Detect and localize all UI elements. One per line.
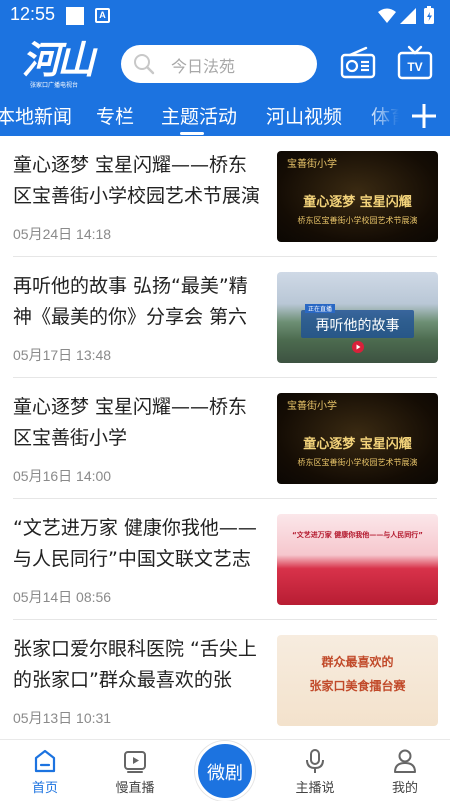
signal-icon [400, 8, 416, 24]
news-title: 张家口爱尔眼科医院 “舌尖上的张家口”群众最喜欢的张家… [13, 638, 257, 691]
news-title: 再听他的故事 弘扬“最美”精神《最美的你》分享会 第六站… [13, 275, 248, 328]
thumb-header: 宝善街小学 [287, 159, 337, 170]
news-title: 童心逐梦 宝星闪耀——桥东区宝善街小学 [13, 396, 248, 449]
list-item[interactable]: 再听他的故事 弘扬“最美”精神《最美的你》分享会 第六站… 05月17日 13:… [0, 257, 450, 378]
play-icon [352, 341, 364, 353]
thumb-subtitle: 桥东区宝善街小学校园艺术节展演 [297, 458, 418, 467]
thumb-title: 童心逐梦 宝星闪耀 [303, 195, 412, 210]
status-time: 12:55 [10, 4, 56, 24]
list-item[interactable]: “文艺进万家 健康你我他——与人民同行”中国文联文艺志愿… 05月14日 08:… [0, 499, 450, 620]
thumb-header: 宝善街小学 [287, 401, 337, 412]
nav-slow-live[interactable]: 慢直播 [100, 740, 170, 801]
thumb-title: 再听他的故事 [315, 318, 400, 334]
video-play-icon [124, 751, 146, 773]
status-icons [378, 6, 434, 24]
category-tabs: 本地新闻 专栏 主题活动 河山视频 体育 [0, 96, 450, 136]
thumb-banner: 再听他的故事 [301, 310, 414, 338]
nav-label: 我的 [391, 781, 418, 796]
user-icon [394, 749, 416, 773]
search-placeholder: 今日法苑 [171, 57, 236, 76]
nav-center-label: 微剧 [207, 763, 243, 784]
news-date: 05月17日 13:48 [13, 347, 112, 363]
list-item[interactable]: 张家口爱尔眼科医院 “舌尖上的张家口”群众最喜欢的张家… 05月13日 10:3… [0, 620, 450, 739]
active-tab-indicator [180, 132, 204, 135]
app-logo: 河山 张家口广播电视台 [18, 38, 100, 90]
news-thumbnail: 再听他的故事 正在直播 [277, 272, 438, 363]
thumb-title: “文艺进万家 健康你我他——与人民同行” [292, 531, 423, 539]
nav-home[interactable]: 首页 [10, 740, 80, 801]
nav-mine[interactable]: 我的 [370, 740, 440, 801]
add-channel-button[interactable] [399, 96, 450, 136]
news-date: 05月14日 08:56 [13, 589, 112, 605]
nav-anchor[interactable]: 主播说 [280, 740, 350, 801]
notification-square-icon [66, 7, 84, 25]
news-thumbnail: 宝善街小学 童心逐梦 宝星闪耀 桥东区宝善街小学校园艺术节展演 [277, 393, 438, 484]
thumb-subtitle: 张家口美食擂台赛 [309, 679, 406, 693]
svg-text:TV: TV [407, 60, 422, 74]
news-title: 童心逐梦 宝星闪耀——桥东区宝善街小学校园艺术节展演 [13, 154, 261, 207]
microphone-icon [306, 749, 324, 773]
tv-icon[interactable]: TV [395, 44, 435, 84]
thumb-tag: 正在直播 [305, 304, 336, 313]
news-thumbnail: 群众最喜欢的 张家口美食擂台赛 [277, 635, 438, 726]
bottom-nav: 首页 慢直播 微剧 主播说 我的 [0, 739, 450, 801]
thumb-subtitle: 桥东区宝善街小学校园艺术节展演 [297, 216, 418, 225]
wifi-icon [378, 8, 396, 23]
status-bar: 12:55 A [0, 0, 450, 32]
nav-label: 慢直播 [115, 781, 155, 796]
news-title: “文艺进万家 健康你我他——与人民同行”中国文联文艺志愿… [13, 517, 257, 570]
tab-columns[interactable]: 专栏 [96, 102, 134, 129]
news-thumbnail: 宝善街小学 童心逐梦 宝星闪耀 桥东区宝善街小学校园艺术节展演 [277, 151, 438, 242]
notification-badge-icon: A [95, 8, 110, 23]
search-input[interactable]: 今日法苑 [121, 45, 317, 83]
list-item[interactable]: 童心逐梦 宝星闪耀——桥东区宝善街小学 05月16日 14:00 宝善街小学 童… [0, 378, 450, 499]
nav-label: 首页 [31, 781, 58, 796]
thumb-title: 群众最喜欢的 [321, 655, 394, 669]
news-list: 童心逐梦 宝星闪耀——桥东区宝善街小学校园艺术节展演 05月24日 14:18 … [0, 136, 450, 739]
tab-local-news[interactable]: 本地新闻 [0, 102, 72, 129]
news-date: 05月24日 14:18 [13, 226, 112, 242]
logo-mark: 河山 [22, 37, 95, 82]
nav-micro-drama-button[interactable]: 微剧 [195, 741, 255, 801]
list-item[interactable]: 童心逐梦 宝星闪耀——桥东区宝善街小学校园艺术节展演 05月24日 14:18 … [0, 136, 450, 257]
logo-subtitle: 张家口广播电视台 [30, 82, 79, 89]
app-header: 河山 张家口广播电视台 今日法苑 TV [0, 32, 450, 96]
tab-theme-activities[interactable]: 主题活动 [161, 102, 237, 129]
tab-heshan-video[interactable]: 河山视频 [266, 102, 342, 129]
home-icon [34, 749, 56, 773]
news-date: 05月16日 14:00 [13, 468, 112, 484]
thumb-title: 童心逐梦 宝星闪耀 [303, 437, 412, 452]
search-icon [134, 54, 155, 75]
news-thumbnail: “文艺进万家 健康你我他——与人民同行” [277, 514, 438, 605]
tabs-fade [365, 96, 399, 136]
nav-label: 主播说 [295, 781, 335, 796]
radio-icon[interactable] [338, 44, 378, 84]
news-date: 05月13日 10:31 [13, 710, 112, 726]
plus-icon [412, 104, 436, 128]
